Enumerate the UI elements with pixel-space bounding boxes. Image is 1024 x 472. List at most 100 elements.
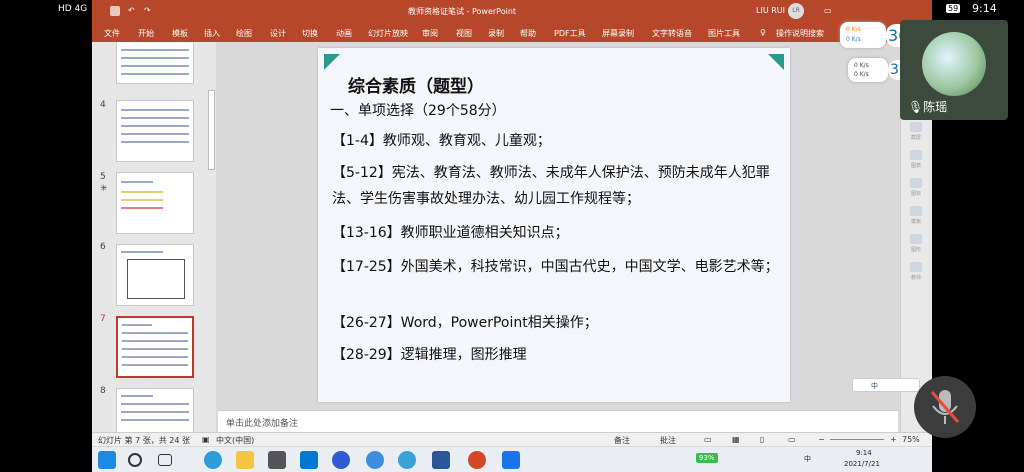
ribbon-options-icon[interactable]: ▭	[824, 6, 832, 15]
slide-thumbnail[interactable]	[116, 100, 194, 162]
search-tell-me[interactable]: 操作说明搜索	[776, 28, 824, 39]
title-bar: ↶ ↷ 教师资格证笔试 - PowerPoint LIU RUI LR ▭	[92, 0, 932, 22]
thumbnails-scrollbar[interactable]	[206, 42, 216, 432]
tab-design[interactable]: 设计	[270, 28, 286, 39]
tab-picture-tools[interactable]: 图片工具	[708, 28, 740, 39]
battery-indicator: 59	[946, 4, 961, 13]
screenshot-tool-icon[interactable]: 截屏	[907, 122, 925, 141]
status-bar: 幻灯片 第 7 张，共 24 张 ▣ 中文(中国) 备注 批注 ▭ ▦ ▯ ▭ …	[92, 432, 932, 446]
tab-home[interactable]: 开始	[138, 28, 154, 39]
slide-bullet[interactable]: 【13-16】教师职业道德相关知识点；	[332, 220, 780, 246]
slide-number: 4	[100, 100, 106, 110]
tab-file[interactable]: 文件	[104, 28, 120, 39]
save-icon[interactable]	[110, 6, 120, 16]
participant-video-tile[interactable]: 🎙陈瑶	[900, 20, 1008, 120]
tab-transitions[interactable]: 切换	[302, 28, 318, 39]
scrollbar-thumb[interactable]	[208, 90, 215, 170]
animation-marker-icon: ✳	[100, 184, 108, 194]
file-explorer-icon[interactable]	[236, 451, 254, 469]
tab-view[interactable]: 视图	[456, 28, 472, 39]
windows-start-icon[interactable]	[98, 451, 116, 469]
thumb-table	[127, 259, 185, 299]
slide-title[interactable]: 综合素质（题型）	[348, 72, 484, 97]
tab-tts[interactable]: 文字转语音	[652, 28, 692, 39]
slide-bullet[interactable]: 【17-25】外国美术，科技常识，中国古代史，中国文学、电影艺术等；	[332, 254, 780, 280]
tab-record[interactable]: 录制	[488, 28, 504, 39]
zoom-slider[interactable]	[830, 439, 884, 440]
taskbar-clock[interactable]: 9:14	[856, 449, 872, 457]
user-name[interactable]: LIU RUI	[756, 6, 785, 15]
slide-thumbnail[interactable]	[116, 388, 194, 432]
tab-insert[interactable]: 插入	[204, 28, 220, 39]
notes-placeholder: 单击此处添加备注	[226, 419, 299, 429]
task-view-icon[interactable]	[158, 454, 172, 466]
zoom-out-button[interactable]: −	[818, 435, 825, 444]
sorter-view-icon[interactable]: ▦	[732, 435, 740, 444]
battery-percent[interactable]: 93%	[696, 453, 718, 463]
shape-tool-icon[interactable]: 图形	[907, 234, 925, 253]
slide-number: 7	[100, 314, 106, 324]
ime-toolbar[interactable]: 中	[852, 378, 920, 392]
normal-view-icon[interactable]: ▭	[704, 435, 712, 444]
tab-draw[interactable]: 绘图	[236, 28, 252, 39]
zoom-in-button[interactable]: +	[890, 435, 897, 444]
slide-thumbnail-selected[interactable]	[116, 316, 194, 378]
decorative-corner	[768, 54, 784, 70]
muted-mic-icon	[930, 390, 960, 424]
search-icon[interactable]	[128, 453, 142, 467]
comments-toggle[interactable]: 批注	[660, 435, 676, 446]
template-tool-icon[interactable]: 模板	[907, 206, 925, 225]
upload-speed: 0 K/s	[846, 26, 861, 33]
slide-number: 5	[100, 172, 106, 182]
store-icon[interactable]	[268, 451, 286, 469]
slide-thumbnail[interactable]	[116, 172, 194, 234]
download-speed: 0 K/s	[846, 36, 861, 43]
slide-number: 8	[100, 386, 106, 396]
slideshow-view-icon[interactable]: ▭	[788, 435, 796, 444]
slide-canvas[interactable]: 综合素质（题型） 一、单项选择（29个58分） 【1-4】教师观、教育观、儿童观…	[318, 48, 790, 402]
mail-icon[interactable]	[300, 451, 318, 469]
spellcheck-icon[interactable]: ▣	[202, 435, 210, 444]
edge-icon[interactable]	[204, 451, 222, 469]
slide-bullet[interactable]: 【28-29】逻辑推理，图形推理	[332, 342, 780, 368]
reading-view-icon[interactable]: ▯	[760, 435, 764, 444]
user-avatar[interactable]: LR	[788, 3, 804, 19]
ribbon-tabs: 文件 开始 模板 插入 绘图 设计 切换 动画 幻灯片放映 审阅 视图 录制 帮…	[92, 22, 932, 42]
tab-review[interactable]: 审阅	[422, 28, 438, 39]
redo-icon[interactable]: ↷	[144, 6, 151, 15]
tab-help[interactable]: 帮助	[520, 28, 536, 39]
tab-animations[interactable]: 动画	[336, 28, 352, 39]
icon-tool-icon[interactable]: 图标	[907, 178, 925, 197]
tab-slideshow[interactable]: 幻灯片放映	[368, 28, 408, 39]
slide-thumbnail[interactable]	[116, 244, 194, 306]
powerpoint-icon[interactable]	[468, 451, 486, 469]
app-l-icon[interactable]	[332, 451, 350, 469]
mute-mic-button[interactable]	[914, 376, 976, 438]
undo-icon[interactable]: ↶	[128, 6, 135, 15]
teacher-tool-icon[interactable]: 教师	[907, 262, 925, 281]
tab-pdf-tools[interactable]: PDF工具	[554, 28, 586, 39]
slide-counter: 幻灯片 第 7 张，共 24 张	[98, 436, 190, 445]
meeting-app-icon[interactable]	[502, 451, 520, 469]
browser-e-icon[interactable]	[398, 451, 416, 469]
slide-bullet[interactable]: 【26-27】Word，PowerPoint相关操作；	[332, 310, 780, 336]
ie-icon[interactable]	[366, 451, 384, 469]
word-icon[interactable]	[432, 451, 450, 469]
slide-bullet[interactable]: 【1-4】教师观、教育观、儿童观；	[332, 128, 780, 154]
slide-editor: 综合素质（题型） 一、单项选择（29个58分） 【1-4】教师观、教育观、儿童观…	[218, 42, 898, 410]
ime-indicator[interactable]: 中	[804, 454, 811, 464]
slide-subtitle[interactable]: 一、单项选择（29个58分）	[330, 100, 506, 120]
taskbar-date[interactable]: 2021/7/21	[844, 460, 880, 468]
powerpoint-window: ↶ ↷ 教师资格证笔试 - PowerPoint LIU RUI LR ▭ 文件…	[92, 0, 932, 472]
tab-template[interactable]: 模板	[172, 28, 188, 39]
window-title: 教师资格证笔试 - PowerPoint	[408, 7, 517, 16]
notes-toggle[interactable]: 备注	[614, 435, 630, 446]
ime-label: 中	[871, 382, 878, 390]
tab-screen-record[interactable]: 屏幕录制	[602, 28, 634, 39]
notes-pane[interactable]: 单击此处添加备注	[218, 410, 898, 432]
slide-thumbnail[interactable]	[116, 42, 194, 84]
network-indicator: HD 4G	[58, 4, 88, 14]
slide-bullet[interactable]: 【5-12】宪法、教育法、教师法、未成年人保护法、预防未成年人犯罪法、学生伤害事…	[332, 160, 780, 212]
language-indicator[interactable]: 中文(中国)	[216, 435, 254, 446]
chart-tool-icon[interactable]: 图表	[907, 150, 925, 169]
